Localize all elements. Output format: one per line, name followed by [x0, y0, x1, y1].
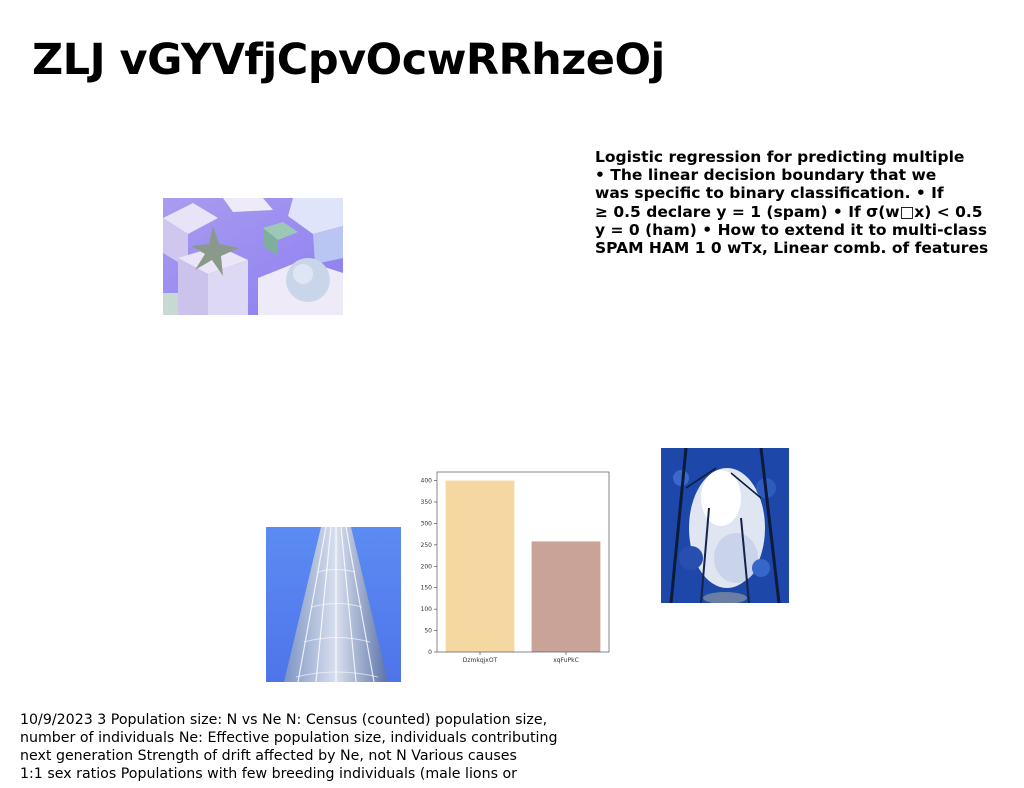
side-text-block: Logistic regression for predicting multi… — [595, 148, 1015, 257]
side-text-line: ≥ 0.5 declare y = 1 (spam) • If σ(w□x) <… — [595, 202, 983, 221]
bar-chart-svg: DzmkqjxOT xqFuPkC 0 50 100 150 200 250 300 350 400 — [421, 471, 610, 664]
y-tick-label: 200 — [421, 563, 433, 570]
side-text-line: y = 0 (ham) • How to extend it to multi-… — [595, 220, 987, 239]
side-text-line: • The linear decision boundary that we — [595, 166, 937, 185]
y-tick-label: 250 — [421, 542, 433, 549]
bottom-text-line: number of individuals Ne: Effective popu… — [20, 730, 558, 746]
side-text-line: was specific to binary classification. •… — [595, 184, 944, 203]
y-tick-label: 50 — [424, 628, 432, 635]
side-text-line: SPAM HAM 1 0 wTx, Linear comb. of featur… — [595, 239, 989, 258]
bar-chart: DzmkqjxOT xqFuPkC 0 50 100 150 200 250 300 350 400 — [418, 462, 618, 672]
bar-0 — [445, 480, 515, 652]
bottom-text-line: next generation Strength of drift affect… — [20, 748, 517, 764]
y-tick-label: 0 — [428, 649, 432, 656]
x-tick-label: xqFuPkC — [553, 657, 579, 664]
y-tick-label: 350 — [421, 499, 433, 506]
skyscraper-image — [266, 527, 401, 682]
bottom-text-block: 10/9/2023 3 Population size: N vs Ne N: … — [20, 711, 620, 783]
bottom-text-line: 1:1 sex ratios Populations with few bree… — [20, 766, 518, 782]
y-tick-label: 150 — [421, 585, 433, 592]
tree-sky-image — [661, 448, 789, 603]
bar-1 — [531, 541, 601, 652]
gift-boxes-image — [163, 198, 343, 315]
y-tick-label: 100 — [421, 606, 433, 613]
side-text-line: Logistic regression for predicting multi… — [595, 148, 965, 166]
y-tick-label: 300 — [421, 520, 433, 527]
page-title: ZLJ vGYVfjCpvOcwRRhzeOj — [32, 35, 665, 85]
x-tick-label: DzmkqjxOT — [463, 657, 498, 664]
y-tick-label: 400 — [421, 478, 433, 485]
bottom-text-line: 10/9/2023 3 Population size: N vs Ne N: … — [20, 712, 548, 728]
